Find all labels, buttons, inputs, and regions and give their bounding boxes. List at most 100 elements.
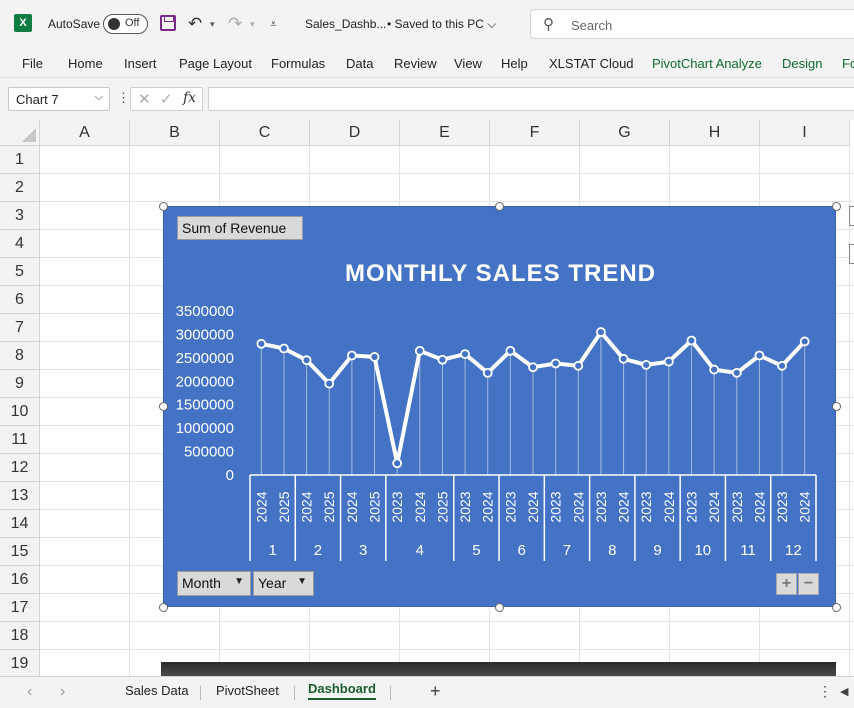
- month-tick-label: 12: [785, 542, 802, 559]
- redo-icon[interactable]: ↷: [228, 13, 242, 35]
- tab-page-layout[interactable]: Page Layout: [179, 56, 252, 71]
- resize-handle[interactable]: [831, 602, 841, 612]
- column-header-g[interactable]: G: [580, 120, 670, 146]
- data-point: [777, 360, 787, 371]
- select-all-corner[interactable]: [0, 120, 40, 146]
- sheet-tab-pivotsheet[interactable]: PivotSheet: [216, 683, 279, 698]
- expand-field-button[interactable]: +: [776, 573, 797, 595]
- data-point: [505, 345, 516, 356]
- column-header-a[interactable]: A: [40, 120, 130, 146]
- tab-formulas[interactable]: Formulas: [271, 56, 325, 71]
- insert-function-icon[interactable]: fx: [183, 90, 196, 106]
- tab-pivotchart-analyze[interactable]: PivotChart Analyze: [652, 56, 762, 71]
- row-header-13[interactable]: 13: [0, 482, 40, 510]
- row-header-12[interactable]: 12: [0, 454, 40, 482]
- year-field-button[interactable]: Year ▼: [253, 571, 314, 596]
- search-input[interactable]: Search: [571, 18, 612, 33]
- sheet-tab-sales-data[interactable]: Sales Data: [125, 683, 189, 698]
- tab-design[interactable]: Design: [782, 56, 822, 71]
- month-field-button[interactable]: Month ▼: [177, 571, 251, 596]
- year-tick-label: 2023: [729, 491, 745, 522]
- add-sheet-button[interactable]: +: [430, 681, 441, 702]
- resize-handle[interactable]: [495, 602, 504, 612]
- row-header-16[interactable]: 16: [0, 566, 40, 594]
- column-header-i[interactable]: I: [760, 120, 850, 146]
- row-header-5[interactable]: 5: [0, 258, 40, 286]
- month-tick-label: 8: [608, 542, 616, 559]
- chevron-right-icon[interactable]: ›: [60, 683, 65, 701]
- row-header-15[interactable]: 15: [0, 538, 40, 566]
- row-header-2[interactable]: 2: [0, 174, 40, 202]
- customize-quick-access-icon[interactable]: ⩡: [270, 13, 277, 35]
- resize-handle[interactable]: [495, 201, 504, 211]
- tab-home[interactable]: Home: [68, 56, 103, 71]
- dropdown-arrow-icon[interactable]: ▼: [234, 576, 244, 587]
- tab-help[interactable]: Help: [501, 56, 528, 71]
- collapse-field-button[interactable]: −: [798, 573, 819, 595]
- formula-input[interactable]: [208, 87, 854, 111]
- name-box[interactable]: Chart 7 ⌵: [8, 87, 110, 111]
- row-header-10[interactable]: 10: [0, 398, 40, 426]
- column-header-e[interactable]: E: [400, 120, 490, 146]
- chart-elements-button[interactable]: [849, 206, 854, 226]
- tab-file[interactable]: File: [22, 56, 43, 71]
- sheet-tab-dashboard[interactable]: Dashboard: [308, 681, 376, 700]
- autosave-toggle[interactable]: Off: [103, 14, 148, 34]
- resize-handle[interactable]: [158, 402, 168, 411]
- undo-dropdown-icon[interactable]: ▾: [210, 13, 215, 35]
- resize-handle[interactable]: [158, 201, 168, 211]
- file-name[interactable]: Sales_Dashb...: [305, 13, 386, 35]
- chart-styles-button[interactable]: [849, 244, 854, 264]
- column-header-h[interactable]: H: [670, 120, 760, 146]
- more-tabs-icon[interactable]: ⋮: [818, 683, 832, 700]
- tab-data[interactable]: Data: [346, 56, 373, 71]
- search-box[interactable]: ⚲ Search: [530, 9, 854, 39]
- y-tick-label: 0: [226, 467, 234, 484]
- row-header-9[interactable]: 9: [0, 370, 40, 398]
- row-header-17[interactable]: 17: [0, 594, 40, 622]
- resize-handle[interactable]: [158, 602, 168, 612]
- tab-insert[interactable]: Insert: [124, 56, 157, 71]
- column-header-c[interactable]: C: [220, 120, 310, 146]
- row-header-18[interactable]: 18: [0, 622, 40, 650]
- redo-dropdown-icon[interactable]: ▾: [250, 13, 255, 35]
- save-status[interactable]: • Saved to this PC ⌵: [387, 13, 496, 35]
- enter-icon[interactable]: ✓: [160, 90, 173, 108]
- tab-format[interactable]: Fo: [842, 56, 854, 71]
- tab-divider: [390, 686, 391, 700]
- column-header-b[interactable]: B: [130, 120, 220, 146]
- chevron-left-icon[interactable]: ‹: [27, 683, 32, 701]
- row-header-6[interactable]: 6: [0, 286, 40, 314]
- save-icon[interactable]: [160, 15, 176, 31]
- data-point: [799, 336, 810, 347]
- year-tick-label: 2023: [457, 491, 473, 522]
- chevron-down-icon[interactable]: ⌵: [95, 91, 103, 104]
- tab-view[interactable]: View: [454, 56, 482, 71]
- pivot-chart[interactable]: Sum of Revenue MONTHLY SALES TREND 35000…: [163, 206, 836, 607]
- resize-handle[interactable]: [831, 402, 841, 411]
- row-header-19[interactable]: 19: [0, 650, 40, 676]
- year-tick-label: 2025: [321, 491, 337, 522]
- dropdown-arrow-icon[interactable]: ▼: [297, 576, 307, 587]
- undo-icon[interactable]: ↶: [188, 13, 202, 35]
- row-header-14[interactable]: 14: [0, 510, 40, 538]
- resize-handle[interactable]: [831, 201, 841, 211]
- scroll-left-icon[interactable]: ◀: [840, 685, 848, 698]
- row-header-8[interactable]: 8: [0, 342, 40, 370]
- column-header-f[interactable]: F: [490, 120, 580, 146]
- column-header-d[interactable]: D: [310, 120, 400, 146]
- year-tick-label: 2024: [616, 491, 632, 522]
- row-header-3[interactable]: 3: [0, 202, 40, 230]
- year-tick-label: 2024: [253, 491, 269, 522]
- cancel-icon[interactable]: ✕: [138, 90, 151, 108]
- row-header-4[interactable]: 4: [0, 230, 40, 258]
- month-tick-label: 5: [472, 542, 480, 559]
- row-header-1[interactable]: 1: [0, 146, 40, 174]
- row-header-11[interactable]: 11: [0, 426, 40, 454]
- tab-xlstat-cloud[interactable]: XLSTAT Cloud: [549, 56, 634, 71]
- more-options-icon[interactable]: ⋮: [117, 90, 130, 106]
- row-header-7[interactable]: 7: [0, 314, 40, 342]
- dark-shape[interactable]: [161, 662, 836, 676]
- y-tick-label: 1000000: [176, 420, 234, 437]
- tab-review[interactable]: Review: [394, 56, 437, 71]
